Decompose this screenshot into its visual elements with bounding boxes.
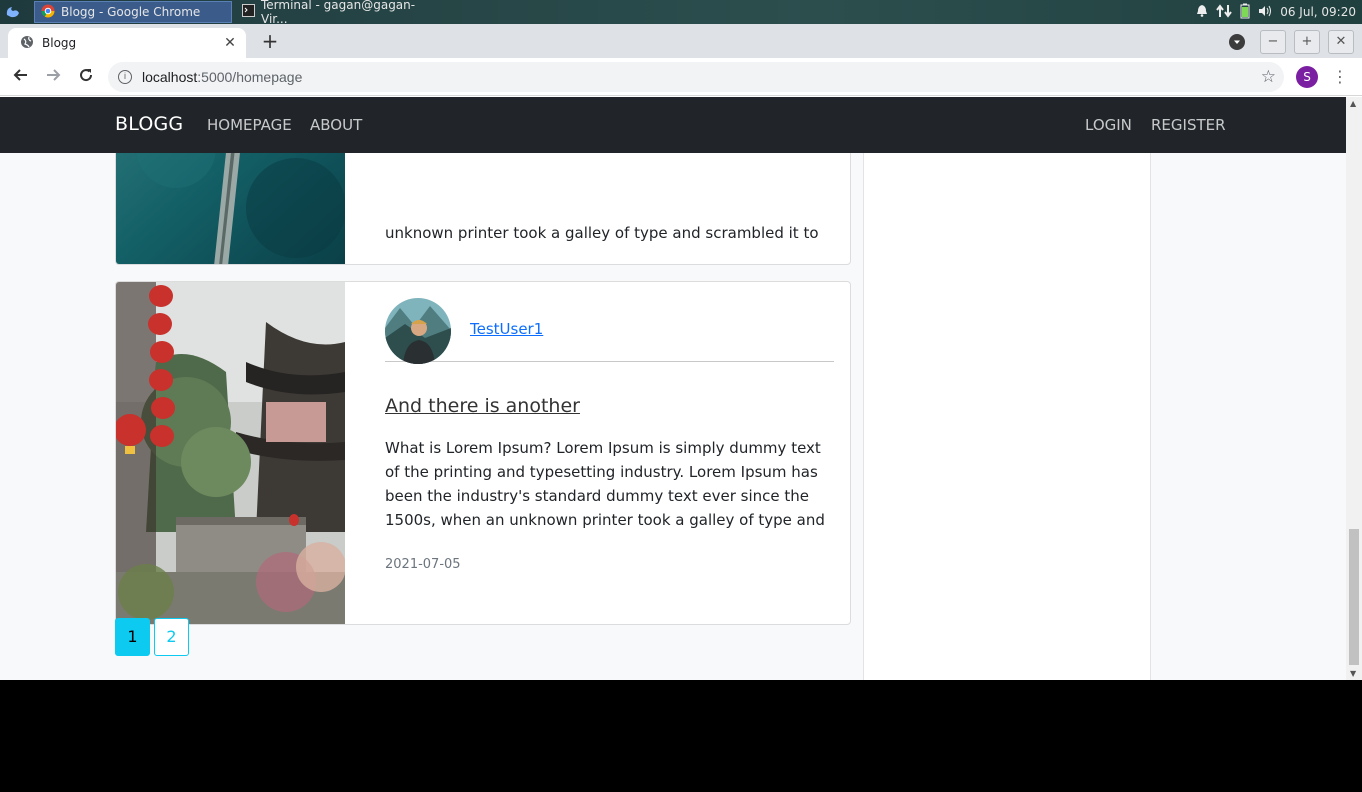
nav-link-register[interactable]: REGISTER [1151, 116, 1226, 134]
site-info-icon[interactable]: i [118, 70, 132, 84]
terminal-icon [242, 4, 255, 20]
author-avatar[interactable] [385, 298, 451, 364]
post-title[interactable]: And there is another [385, 395, 580, 417]
author-row: TestUser1 [385, 298, 834, 364]
profile-avatar[interactable]: S [1296, 66, 1318, 88]
taskbar-item-label: Terminal - gagan@gagan-Vir... [261, 0, 416, 26]
minimize-button[interactable]: − [1260, 30, 1286, 54]
post-excerpt: unknown printer took a galley of type an… [385, 224, 819, 242]
nav-link-login[interactable]: LOGIN [1085, 116, 1132, 134]
browser-tab[interactable]: Blogg ✕ [8, 28, 246, 58]
address-bar[interactable]: i localhost:5000/homepage ☆ [108, 62, 1284, 92]
back-arrow-icon[interactable] [9, 66, 33, 88]
notification-bell-icon[interactable] [1196, 4, 1208, 20]
page-scrollbar[interactable]: ▲ ▼ [1346, 97, 1362, 680]
post-image-temple[interactable] [116, 282, 346, 624]
post-card: TestUser1 And there is another What is L… [115, 281, 851, 625]
tab-title: Blogg [42, 36, 77, 50]
nav-link-about[interactable]: ABOUT [310, 116, 362, 134]
browser-window: Blogg ✕ + − + ✕ i localhost:5000/homepag… [0, 24, 1362, 680]
tab-search-icon[interactable] [1229, 34, 1245, 50]
chrome-icon [41, 4, 55, 21]
browser-toolbar: i localhost:5000/homepage ☆ S ⋮ [0, 58, 1362, 96]
clock[interactable]: 06 Jul, 09:20 [1280, 5, 1356, 19]
forward-arrow-icon[interactable] [41, 66, 65, 88]
site-navbar: BLOGG HOMEPAGE ABOUT LOGIN REGISTER [0, 97, 1346, 153]
maximize-button[interactable]: + [1294, 30, 1320, 54]
system-tray: 06 Jul, 09:20 [1196, 0, 1356, 24]
start-menu-icon[interactable] [4, 3, 22, 21]
battery-icon[interactable] [1240, 3, 1250, 22]
taskbar-item-label: Blogg - Google Chrome [61, 5, 201, 19]
scroll-up-arrow-icon[interactable]: ▲ [1350, 99, 1356, 108]
url-host: localhost [142, 69, 198, 85]
menu-kebab-icon[interactable]: ⋮ [1332, 66, 1348, 88]
nav-link-homepage[interactable]: HOMEPAGE [207, 116, 292, 134]
close-window-button[interactable]: ✕ [1328, 30, 1354, 54]
taskbar-item-terminal[interactable]: Terminal - gagan@gagan-Vir... [236, 0, 436, 26]
author-link[interactable]: TestUser1 [470, 320, 543, 338]
reload-icon[interactable] [74, 66, 98, 88]
page-button-1[interactable]: 1 [115, 618, 150, 656]
post-date: 2021-07-05 [385, 557, 461, 572]
new-tab-button[interactable]: + [258, 30, 282, 54]
close-tab-icon[interactable]: ✕ [220, 35, 240, 51]
post-excerpt: What is Lorem Ipsum? Lorem Ipsum is simp… [385, 439, 825, 529]
bookmark-star-icon[interactable]: ☆ [1261, 67, 1276, 87]
volume-icon[interactable] [1258, 5, 1272, 20]
site-brand[interactable]: BLOGG [115, 113, 183, 135]
network-icon[interactable] [1216, 3, 1233, 22]
scroll-down-arrow-icon[interactable]: ▼ [1350, 669, 1356, 678]
os-taskbar: Blogg - Google Chrome Terminal - gagan@g… [0, 0, 1362, 26]
url-path: :5000/homepage [197, 69, 303, 85]
taskbar-item-chrome[interactable]: Blogg - Google Chrome [34, 1, 232, 23]
sidebar-column [863, 97, 1151, 680]
scrollbar-thumb[interactable] [1349, 529, 1359, 665]
globe-icon [20, 35, 34, 52]
page-button-2[interactable]: 2 [154, 618, 189, 656]
page-viewport: BLOGG HOMEPAGE ABOUT LOGIN REGISTER unkn… [0, 97, 1346, 680]
tab-strip: Blogg ✕ + − + ✕ [0, 24, 1362, 58]
